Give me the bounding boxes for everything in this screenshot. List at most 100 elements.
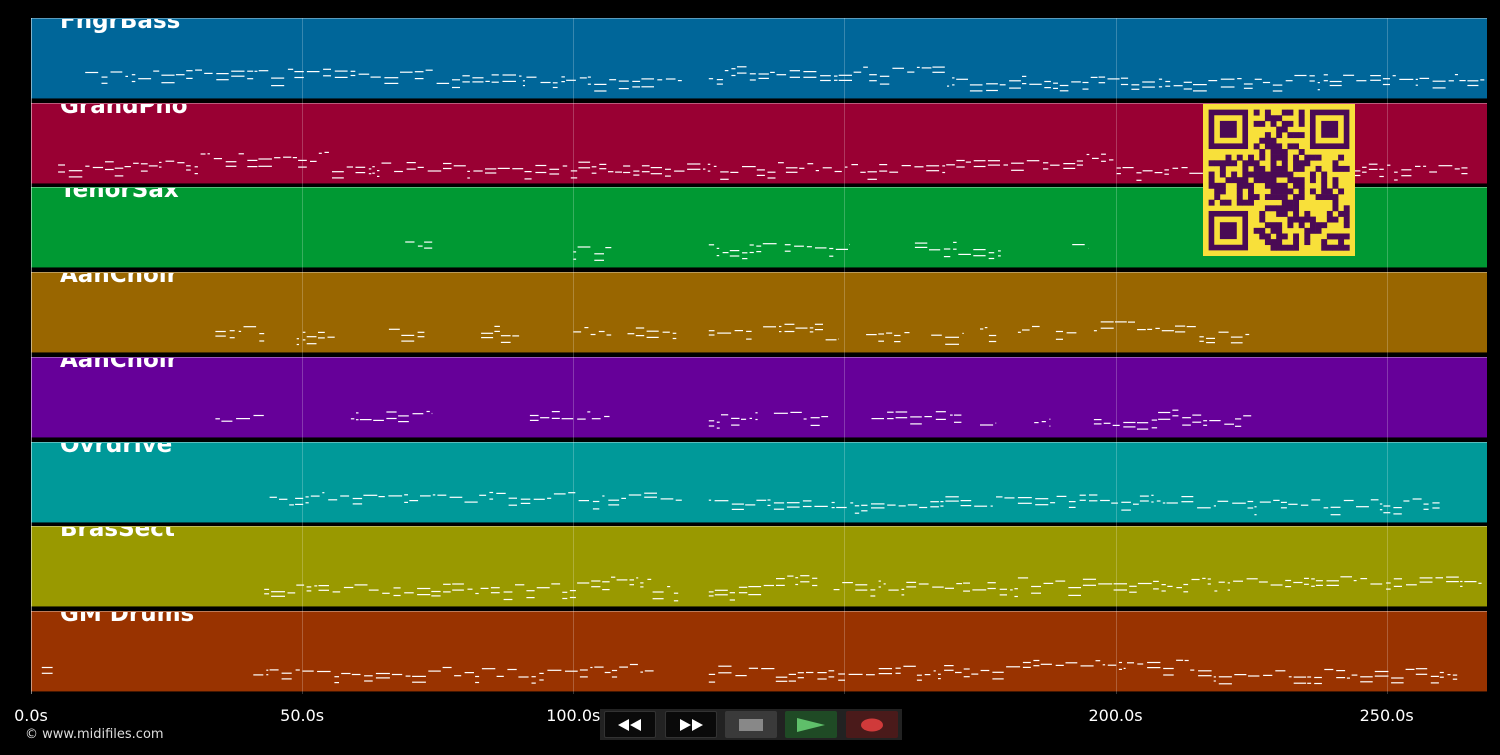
note xyxy=(1309,80,1315,82)
play-button[interactable] xyxy=(785,711,838,738)
note xyxy=(1362,171,1367,173)
note xyxy=(717,332,732,334)
note xyxy=(485,167,497,170)
note xyxy=(271,77,285,79)
note xyxy=(716,248,720,250)
note xyxy=(1139,495,1149,497)
note xyxy=(287,592,296,594)
note xyxy=(269,669,279,671)
note xyxy=(611,669,618,671)
note xyxy=(1254,78,1262,80)
record-button[interactable] xyxy=(845,711,898,738)
note xyxy=(114,174,124,177)
note xyxy=(1401,174,1412,176)
note xyxy=(895,672,901,674)
note xyxy=(812,585,818,587)
note xyxy=(577,246,591,248)
note xyxy=(953,248,957,251)
track-lane[interactable]: FngrBass xyxy=(31,18,1487,99)
note xyxy=(838,338,839,340)
note xyxy=(878,340,884,342)
fast-forward-button[interactable] xyxy=(664,711,717,738)
note xyxy=(921,67,932,69)
note xyxy=(472,77,484,79)
note xyxy=(490,587,500,589)
note xyxy=(259,333,265,335)
note xyxy=(935,410,946,413)
note xyxy=(924,415,932,417)
note xyxy=(398,415,409,417)
note xyxy=(803,76,817,78)
note xyxy=(942,164,946,167)
note xyxy=(318,152,322,154)
note xyxy=(1041,420,1046,422)
note xyxy=(965,161,971,163)
note xyxy=(271,591,285,593)
note xyxy=(729,250,740,252)
note xyxy=(343,587,354,589)
note xyxy=(1199,340,1204,342)
note xyxy=(479,494,487,496)
note xyxy=(1403,499,1410,502)
note xyxy=(820,75,831,77)
note xyxy=(821,415,829,417)
note xyxy=(101,82,108,84)
note xyxy=(1101,160,1106,162)
note xyxy=(561,76,565,78)
note xyxy=(216,79,229,81)
note xyxy=(177,161,185,163)
note xyxy=(673,592,679,594)
note xyxy=(281,678,292,680)
note-roll xyxy=(215,409,1252,430)
note xyxy=(802,505,812,507)
note xyxy=(1022,666,1031,668)
note xyxy=(587,83,591,85)
note xyxy=(1432,506,1440,509)
note xyxy=(812,577,818,580)
note xyxy=(633,170,640,172)
note xyxy=(992,671,1004,673)
note xyxy=(1181,166,1188,168)
track-lane[interactable]: AahChoir xyxy=(31,272,1487,354)
note xyxy=(895,667,901,669)
note xyxy=(587,76,591,78)
note xyxy=(1066,332,1077,334)
note xyxy=(341,672,351,674)
note xyxy=(945,336,959,338)
note xyxy=(1137,663,1144,665)
note xyxy=(531,682,536,684)
stop-button[interactable] xyxy=(724,711,777,738)
note xyxy=(944,669,954,671)
note xyxy=(1137,421,1149,424)
track-lane[interactable]: GM Drums xyxy=(31,610,1487,692)
note xyxy=(200,153,206,155)
note xyxy=(401,340,415,342)
track-lane[interactable]: Ovrdrive xyxy=(31,441,1487,523)
note xyxy=(910,423,922,425)
note xyxy=(591,586,601,588)
note xyxy=(894,341,901,343)
note xyxy=(1324,668,1334,670)
note xyxy=(835,249,848,251)
note xyxy=(946,163,955,166)
track-lane[interactable]: BrasSect xyxy=(31,526,1487,608)
note xyxy=(1401,168,1412,171)
rewind-button[interactable] xyxy=(604,711,657,738)
note xyxy=(1315,580,1323,582)
note xyxy=(1175,331,1186,333)
note xyxy=(1234,673,1247,676)
note xyxy=(452,79,460,81)
note xyxy=(529,414,539,416)
note xyxy=(1011,169,1024,171)
track-lane[interactable]: AahChoir xyxy=(31,356,1487,438)
note xyxy=(340,494,350,497)
note xyxy=(579,669,588,671)
note xyxy=(628,493,642,496)
note xyxy=(491,74,499,76)
note xyxy=(364,675,373,677)
note xyxy=(944,664,954,667)
note xyxy=(803,418,807,420)
note xyxy=(1014,588,1018,590)
note xyxy=(41,666,53,668)
note xyxy=(332,170,344,172)
